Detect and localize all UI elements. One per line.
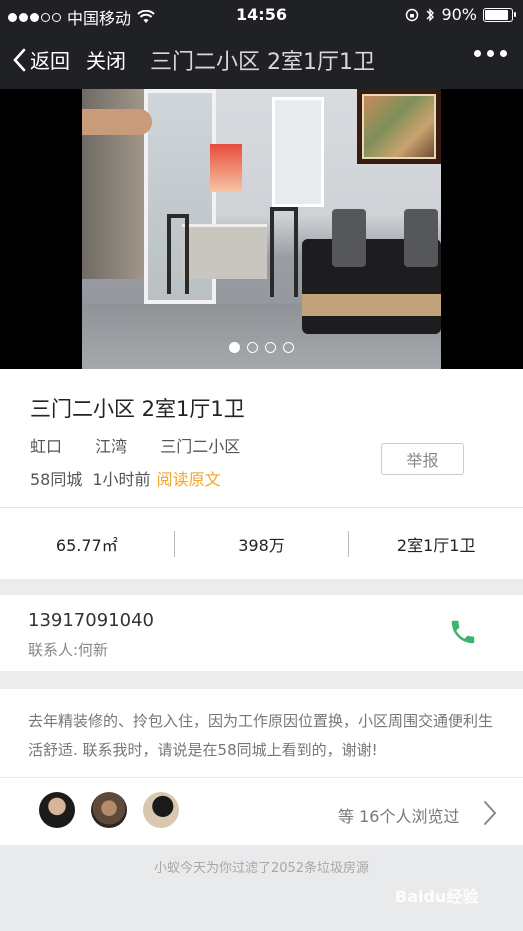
report-button[interactable]: 举报 (381, 443, 464, 475)
stat-area: 65.77㎡ (55, 535, 118, 555)
contact-phone[interactable]: 13917091040 (28, 610, 154, 631)
close-button[interactable]: 关闭 (86, 45, 126, 74)
listing-district: 虹口 江湾 三门二小区 (30, 433, 256, 457)
chevron-left-icon (13, 48, 26, 71)
pager-dot[interactable] (283, 342, 294, 353)
battery-icon (483, 7, 516, 22)
stat-price: 398万 (238, 535, 285, 555)
back-label: 返回 (30, 49, 70, 73)
chevron-right-icon[interactable] (483, 800, 497, 830)
back-button[interactable]: 返回 (12, 45, 70, 74)
phone-icon (451, 620, 475, 644)
more-dot (474, 50, 481, 57)
viewers-row[interactable]: 等 16个人浏览过 (0, 778, 523, 845)
status-bar: 中国移动 14:56 90% (0, 0, 523, 30)
bluetooth-icon (426, 7, 435, 22)
district-subarea: 江湾 (95, 437, 128, 456)
avatar[interactable] (91, 792, 127, 828)
more-dot (487, 50, 494, 57)
nav-bar: 返回 关闭 三门二小区 2室1厅1卫 (0, 30, 523, 89)
more-dot (500, 50, 507, 57)
page-title: 三门二小区 2室1厅1卫 (150, 49, 375, 75)
listing-source: 58同城 (30, 470, 83, 489)
watermark-logo: Baidu经验 (395, 887, 479, 906)
district-community: 三门二小区 (160, 437, 241, 456)
rotation-lock-icon (406, 8, 419, 21)
gallery-pager[interactable] (0, 342, 523, 353)
description-text: 去年精装修的、拎包入住，因为工作原因位置换，小区周围交通便利生活舒适. 联系我时… (28, 712, 494, 759)
listing-description: 去年精装修的、拎包入住，因为工作原因位置换，小区周围交通便利生活舒适. 联系我时… (0, 689, 523, 778)
filter-notice: 小蚁今天为你过滤了2052条垃圾房源 (153, 861, 370, 876)
viewer-count: 等 16个人浏览过 (338, 807, 460, 826)
battery-percent: 90% (441, 5, 477, 24)
listing-photo[interactable] (82, 89, 441, 369)
pager-dot[interactable] (229, 342, 240, 353)
call-button[interactable] (448, 617, 478, 651)
contact-section: 13917091040 联系人:何新 (0, 595, 523, 671)
listing-meta: 58同城 1小时前 阅读原文 (30, 466, 221, 490)
photo-gallery[interactable] (0, 89, 523, 369)
district-area: 虹口 (30, 437, 63, 456)
footer: 小蚁今天为你过滤了2052条垃圾房源 Baidu经验 (0, 845, 523, 931)
more-button[interactable] (474, 50, 507, 57)
avatar[interactable] (39, 792, 75, 828)
posted-time: 1小时前 (92, 470, 151, 489)
listing-title: 三门二小区 2室1厅1卫 (30, 397, 245, 421)
stat-layout: 2室1厅1卫 (396, 535, 476, 555)
pager-dot[interactable] (265, 342, 276, 353)
status-right: 90% (405, 5, 516, 24)
read-original-link[interactable]: 阅读原文 (157, 470, 221, 489)
pager-dot[interactable] (247, 342, 258, 353)
listing-stats: 65.77㎡ 398万 2室1厅1卫 (0, 507, 523, 579)
contact-name: 联系人:何新 (28, 641, 109, 659)
listing-info: 三门二小区 2室1厅1卫 虹口 江湾 三门二小区 58同城 1小时前 阅读原文 举报 (0, 369, 523, 507)
avatar[interactable] (143, 792, 179, 828)
